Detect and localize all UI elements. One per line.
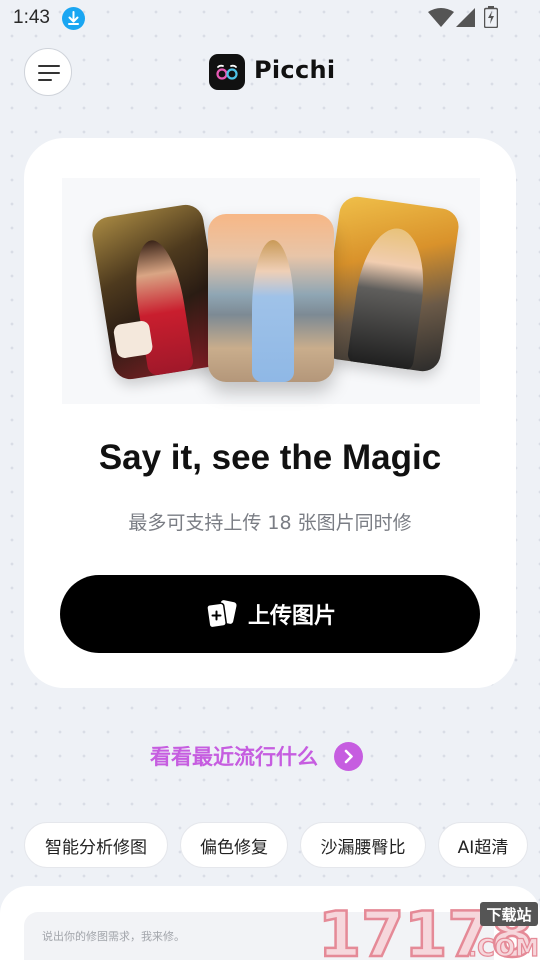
hero-subtitle: 最多可支持上传 18 张图片同时修	[128, 512, 412, 534]
download-icon	[62, 7, 85, 30]
upload-images-button[interactable]: 上传图片	[60, 575, 480, 653]
picchi-logo-icon	[209, 54, 245, 90]
chip-hourglass-ratio[interactable]: 沙漏腰臀比	[300, 822, 426, 868]
brand-name: Picchi	[254, 56, 336, 84]
menu-line	[38, 79, 52, 81]
upload-button-label: 上传图片	[247, 604, 336, 629]
trending-link[interactable]: 看看最近流行什么	[150, 740, 363, 772]
sample-photo-autumn	[319, 194, 461, 374]
menu-line	[38, 72, 60, 74]
wifi-icon	[428, 8, 454, 32]
chip-ai-upscale[interactable]: AI超清	[438, 822, 528, 868]
sample-photos	[62, 178, 480, 404]
prompt-input[interactable]	[24, 912, 494, 960]
photo-figure	[346, 224, 432, 372]
menu-button[interactable]	[24, 48, 72, 96]
status-time: 1:43	[13, 7, 50, 28]
menu-line	[38, 65, 60, 67]
chip-smart-analysis[interactable]: 智能分析修图	[24, 822, 168, 868]
status-bar: 1:43	[0, 0, 540, 36]
sample-photo-party	[89, 202, 227, 382]
battery-icon	[483, 6, 499, 32]
chip-color-cast-fix[interactable]: 偏色修复	[180, 822, 288, 868]
add-photo-icon	[204, 599, 238, 629]
signal-icon	[456, 8, 476, 32]
upload-card: Say it, see the Magic 最多可支持上传 18 张图片同时修 …	[24, 138, 516, 688]
cake-shape	[112, 319, 154, 360]
photo-figure	[252, 240, 294, 382]
chevron-right-icon	[334, 741, 363, 771]
trending-label: 看看最近流行什么	[150, 745, 318, 769]
prompt-panel	[0, 886, 540, 960]
hero-title: Say it, see the Magic	[98, 438, 442, 477]
sample-photo-beach	[208, 214, 334, 382]
